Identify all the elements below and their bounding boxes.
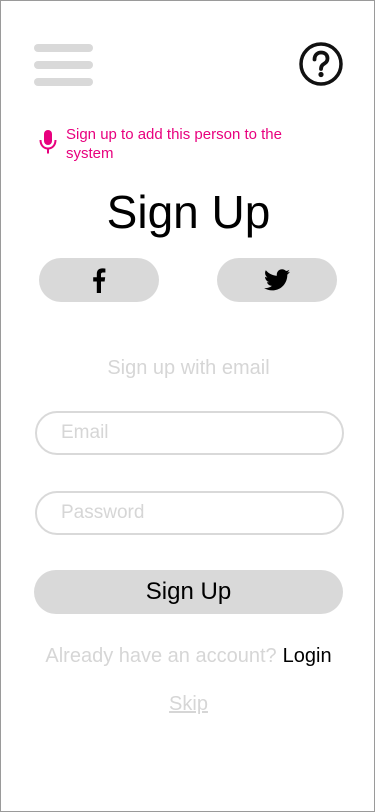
login-prompt-text: Already have an account? [45, 645, 277, 667]
email-field[interactable] [35, 411, 344, 455]
sign-up-button[interactable]: Sign Up [34, 570, 343, 614]
menu-bar [34, 61, 93, 69]
twitter-signup-button[interactable] [217, 258, 337, 302]
page-title: Sign Up [106, 186, 271, 238]
menu-icon[interactable] [34, 44, 93, 86]
facebook-signup-button[interactable] [39, 258, 159, 302]
password-field[interactable] [35, 491, 344, 535]
app-screen: Sign up to add this person to the system… [0, 0, 375, 812]
microphone-icon[interactable] [38, 129, 58, 157]
voice-hint-text: Sign up to add this person to the system [66, 126, 282, 162]
menu-bar [34, 78, 93, 86]
login-prompt-row: Already have an account? Login [1, 644, 375, 668]
menu-bar [34, 44, 93, 52]
skip-link[interactable]: Skip [1, 692, 375, 716]
help-icon[interactable] [298, 41, 344, 87]
email-signup-caption: Sign up with email [107, 357, 270, 379]
facebook-icon [93, 268, 106, 293]
login-link[interactable]: Login [283, 645, 332, 667]
twitter-icon [264, 269, 290, 291]
question-circle-icon [299, 42, 343, 86]
